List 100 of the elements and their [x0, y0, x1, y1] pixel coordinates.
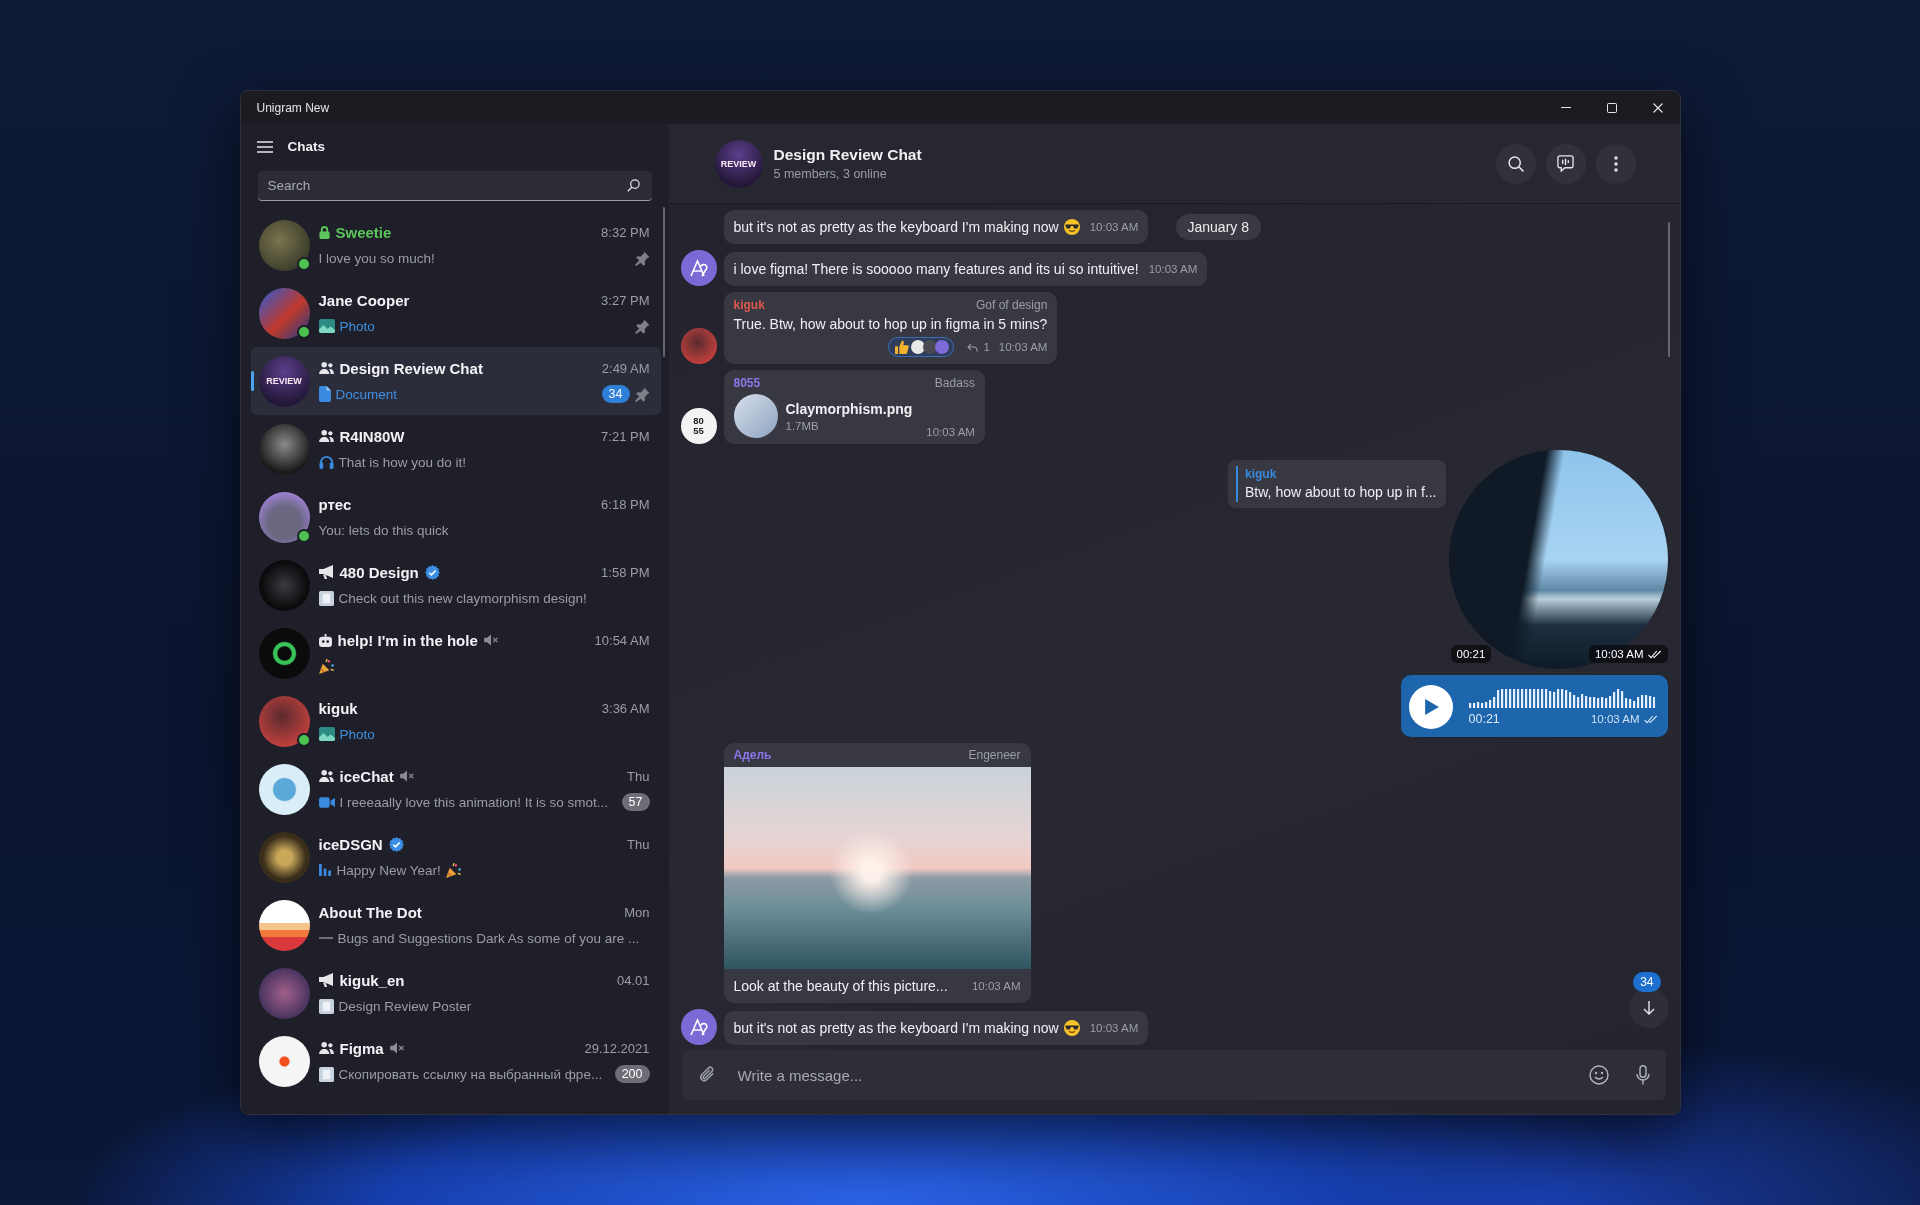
group-icon — [318, 362, 334, 374]
chat-list-item[interactable]: 480 Design 1:58 PM Check out this new claymorphism design! — [250, 551, 661, 619]
search-field[interactable]: Search — [257, 171, 652, 201]
chat-list-item[interactable]: kiguk 3:36 AM Photo — [250, 687, 661, 755]
chat-list-item[interactable]: iceDSGN Thu Happy New Year! — [250, 823, 661, 891]
image-thumbnail-icon — [318, 1066, 334, 1082]
message-preview: Design Review Poster — [338, 998, 472, 1014]
chat-time: 3:36 AM — [601, 700, 650, 716]
chat-avatar[interactable]: REVIEW — [714, 139, 763, 188]
chat-name: kiguk — [318, 699, 358, 717]
megaphone-icon — [318, 565, 334, 579]
sender-avatar[interactable] — [680, 250, 717, 286]
bar-chart-icon — [318, 864, 332, 876]
message-preview: Photo — [339, 726, 375, 742]
chat-time: Mon — [624, 904, 650, 920]
chat-list-item[interactable]: Figma 29.12.2021 Скопировать ссылку на выбранный фре... 200 — [250, 1027, 661, 1095]
chat-list-item[interactable]: REVIEW Design Review Chat 2:49 AM Document 34 — [250, 347, 661, 415]
message-preview: You: lets do this quick — [318, 522, 449, 538]
message-preview: I love you so much! — [318, 250, 435, 266]
chat-time: 04.01 — [616, 972, 650, 988]
sender-avatar[interactable]: 80 55 — [680, 408, 717, 444]
photo-thumbnail-icon — [318, 727, 335, 741]
chat-list-item[interactable]: About The Dot Mon Bugs and Suggestions Dark As some of you are ... — [250, 891, 661, 959]
sidebar-title: Chats — [287, 139, 325, 154]
chat-name: 480 Design — [339, 563, 419, 581]
scrollbar[interactable] — [662, 207, 665, 357]
chat-time: 3:27 PM — [601, 292, 650, 308]
chat-list-item[interactable]: Jane Cooper 3:27 PM Photo — [250, 279, 661, 347]
chat-list-item[interactable]: help! I'm in the hole 10:54 AM — [250, 619, 661, 687]
reply-arrow-icon — [967, 342, 979, 352]
play-icon — [1425, 699, 1439, 715]
member-title: Gof of design — [976, 298, 1048, 312]
message-time: 10:03 AM — [926, 426, 975, 438]
chat-avatar: REVIEW — [258, 355, 310, 407]
chat-list-item[interactable]: Sweetie 8:32 PM I love you so much! — [250, 211, 661, 279]
robot-icon — [318, 633, 332, 647]
message-time: 10:03 AM — [1148, 263, 1198, 275]
chat-name: R4IN80W — [339, 427, 405, 445]
more-options-icon — [1613, 155, 1618, 172]
message-text: but it's not as pretty as the keyboard I'm making now — [733, 1020, 1059, 1036]
group-icon — [318, 430, 334, 442]
line-thumbnail-icon — [318, 937, 333, 939]
play-button[interactable] — [1408, 685, 1453, 729]
maximize-icon[interactable] — [1606, 102, 1617, 113]
microphone-icon[interactable] — [1635, 1065, 1650, 1085]
chat-time: Thu — [627, 836, 650, 852]
group-icon — [318, 770, 334, 782]
file-size: 1.7MB — [785, 419, 820, 432]
image-thumbnail-icon — [318, 998, 334, 1014]
headphones-icon — [318, 455, 334, 469]
document-icon — [318, 386, 331, 402]
reaction-pill[interactable] — [888, 337, 955, 357]
chat-list-item[interactable]: kiguk_en 04.01 Design Review Poster — [250, 959, 661, 1027]
message-preview: Photo — [339, 318, 375, 334]
message-text: True. Btw, how about to hop up in figma in 5 mins? — [733, 316, 1048, 332]
reply-count[interactable]: 1 — [983, 341, 990, 353]
close-icon[interactable] — [1652, 102, 1663, 113]
emoji-icon[interactable] — [1588, 1065, 1609, 1085]
message-time: 10:03 AM — [998, 341, 1048, 353]
chat-name: iceDSGN — [318, 835, 383, 853]
megaphone-icon — [318, 973, 334, 987]
menu-icon[interactable] — [256, 140, 273, 153]
reply-sender: kiguk — [1245, 466, 1278, 482]
reactor-avatar — [911, 340, 926, 354]
sender-avatar[interactable] — [680, 1009, 717, 1045]
chat-time: 29.12.2021 — [584, 1040, 650, 1056]
scrollbar[interactable] — [1667, 222, 1670, 357]
message-time: 10:03 AM — [1594, 648, 1644, 660]
reactor-avatar — [923, 340, 938, 354]
party-popper-icon — [318, 658, 334, 674]
chat-time: 2:49 AM — [601, 360, 650, 376]
selection-indicator — [250, 371, 254, 391]
message-input[interactable]: Write a message... — [682, 1050, 1666, 1100]
photo-caption: Look at the beauty of this picture... — [733, 978, 948, 994]
chat-list-item[interactable]: iceChat Thu I reeeaally love this animation! It is so smot... 57 — [250, 755, 661, 823]
scroll-down-button[interactable] — [1628, 988, 1669, 1028]
chat-name: help! I'm in the hole — [337, 631, 478, 649]
chat-list-item[interactable]: ртес 6:18 PM You: lets do this quick — [250, 483, 661, 551]
reactor-avatar — [935, 340, 950, 354]
voice-duration: 00:21 — [1468, 712, 1500, 726]
landscape-photo[interactable] — [723, 767, 1031, 969]
chat-list-item[interactable]: R4IN80W 7:21 PM That is how you do it! — [250, 415, 661, 483]
message-preview: That is how you do it! — [338, 454, 467, 470]
message-text: i love figma! There is sooooo many features and its ui so intuitive! — [733, 261, 1139, 277]
chat-time: 6:18 PM — [601, 496, 650, 512]
unread-count: 34 — [601, 385, 630, 403]
file-thumbnail-icon[interactable] — [733, 394, 778, 438]
date-badge: January 8 — [1175, 214, 1261, 240]
message-time: 10:03 AM — [1089, 221, 1139, 233]
chat-name: Design Review Chat — [339, 359, 483, 377]
chat-time: 7:21 PM — [601, 428, 650, 444]
chat-time: Thu — [627, 768, 650, 784]
chat-name: iceChat — [339, 767, 394, 785]
chat-title: Design Review Chat — [773, 146, 922, 164]
chat-time: 1:58 PM — [601, 564, 650, 580]
chat-name: kiguk_en — [339, 971, 405, 989]
window-title: Unigram New — [256, 100, 330, 115]
message-preview: Document — [335, 386, 398, 402]
minimize-icon[interactable] — [1560, 107, 1571, 108]
reply-preview[interactable]: kiguk Btw, how about to hop up in f... — [1228, 460, 1446, 508]
